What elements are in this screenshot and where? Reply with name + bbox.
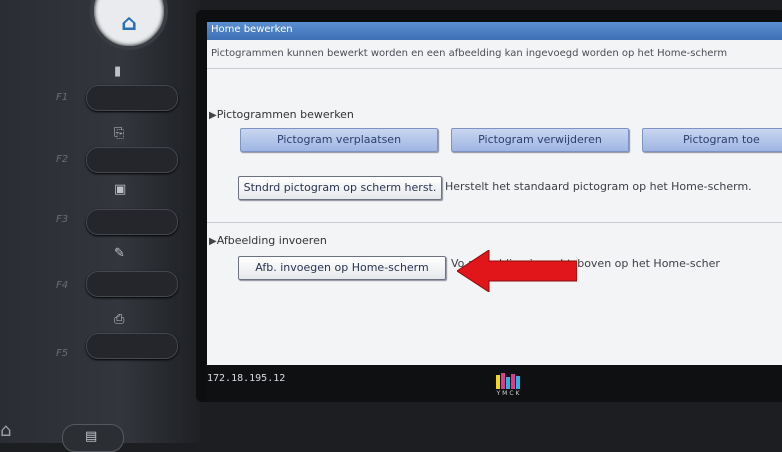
toner-logo-text: YMCK <box>496 390 522 397</box>
function-key-label: F2 <box>56 154 69 165</box>
copy-icon: ⎘ <box>114 126 125 141</box>
document-icon: ▮ <box>114 64 122 79</box>
home-button[interactable]: ⌂ <box>90 0 168 50</box>
function-key-label: F3 <box>56 214 69 225</box>
function-key-f2[interactable] <box>86 147 178 173</box>
add-icon-button[interactable]: Pictogram toe <box>642 128 782 152</box>
function-key-label: F4 <box>56 280 69 291</box>
section-afbeelding-invoeren: ▶Afbeelding invoeren <box>209 234 327 247</box>
section-pictogrammen-bewerken: ▶Pictogrammen bewerken <box>209 108 354 121</box>
divider <box>207 222 782 223</box>
function-key-label: F1 <box>56 92 69 103</box>
toner-logo: YMCK <box>495 371 523 397</box>
bottom-key[interactable]: ▤ <box>62 424 124 452</box>
triangle-right-icon: ▶ <box>209 110 217 121</box>
move-icon-button[interactable]: Pictogram verplaatsen <box>240 128 438 152</box>
restore-description: Herstelt het standaard pictogram op het … <box>445 180 752 193</box>
list-icon: ▤ <box>85 429 98 444</box>
function-key-f5[interactable] <box>86 333 178 359</box>
function-key-f3[interactable] <box>86 209 178 235</box>
insert-image-button[interactable]: Afb. invoegen op Home-scherm <box>238 256 446 280</box>
control-panel: ⌂ ▮ F1 ⎘ F2 ▣ F3 ✎ F4 ⎙ F5 ⌂ ▤ <box>0 0 200 452</box>
function-key-f1[interactable] <box>86 85 178 111</box>
divider <box>207 68 782 69</box>
printer-icon: ⎙ <box>114 312 125 327</box>
status-bar: 172.18.195.12 YMCK <box>207 365 782 402</box>
home-icon: ⌂ <box>121 11 137 36</box>
page-description: Pictogrammen kunnen bewerkt worden en ee… <box>211 48 728 59</box>
ip-address: 172.18.195.12 <box>207 373 286 384</box>
section-label: Afbeelding invoeren <box>216 234 327 247</box>
home-outline-icon: ⌂ <box>0 420 12 441</box>
restore-default-icon-button[interactable]: Stndrd pictogram op scherm herst. <box>238 176 442 200</box>
scanner-icon: ▣ <box>114 182 127 197</box>
section-label: Pictogrammen bewerken <box>216 108 354 121</box>
delete-icon-button[interactable]: Pictogram verwijderen <box>451 128 629 152</box>
title-bar: Home bewerken <box>207 22 782 40</box>
function-key-label: F5 <box>56 348 69 359</box>
pen-icon: ✎ <box>114 246 125 261</box>
red-arrow-annotation <box>457 250 577 292</box>
page-title: Home bewerken <box>211 24 293 35</box>
lcd-screen: Home bewerken Pictogrammen kunnen bewerk… <box>207 22 782 365</box>
triangle-right-icon: ▶ <box>209 236 217 247</box>
function-key-f4[interactable] <box>86 271 178 297</box>
